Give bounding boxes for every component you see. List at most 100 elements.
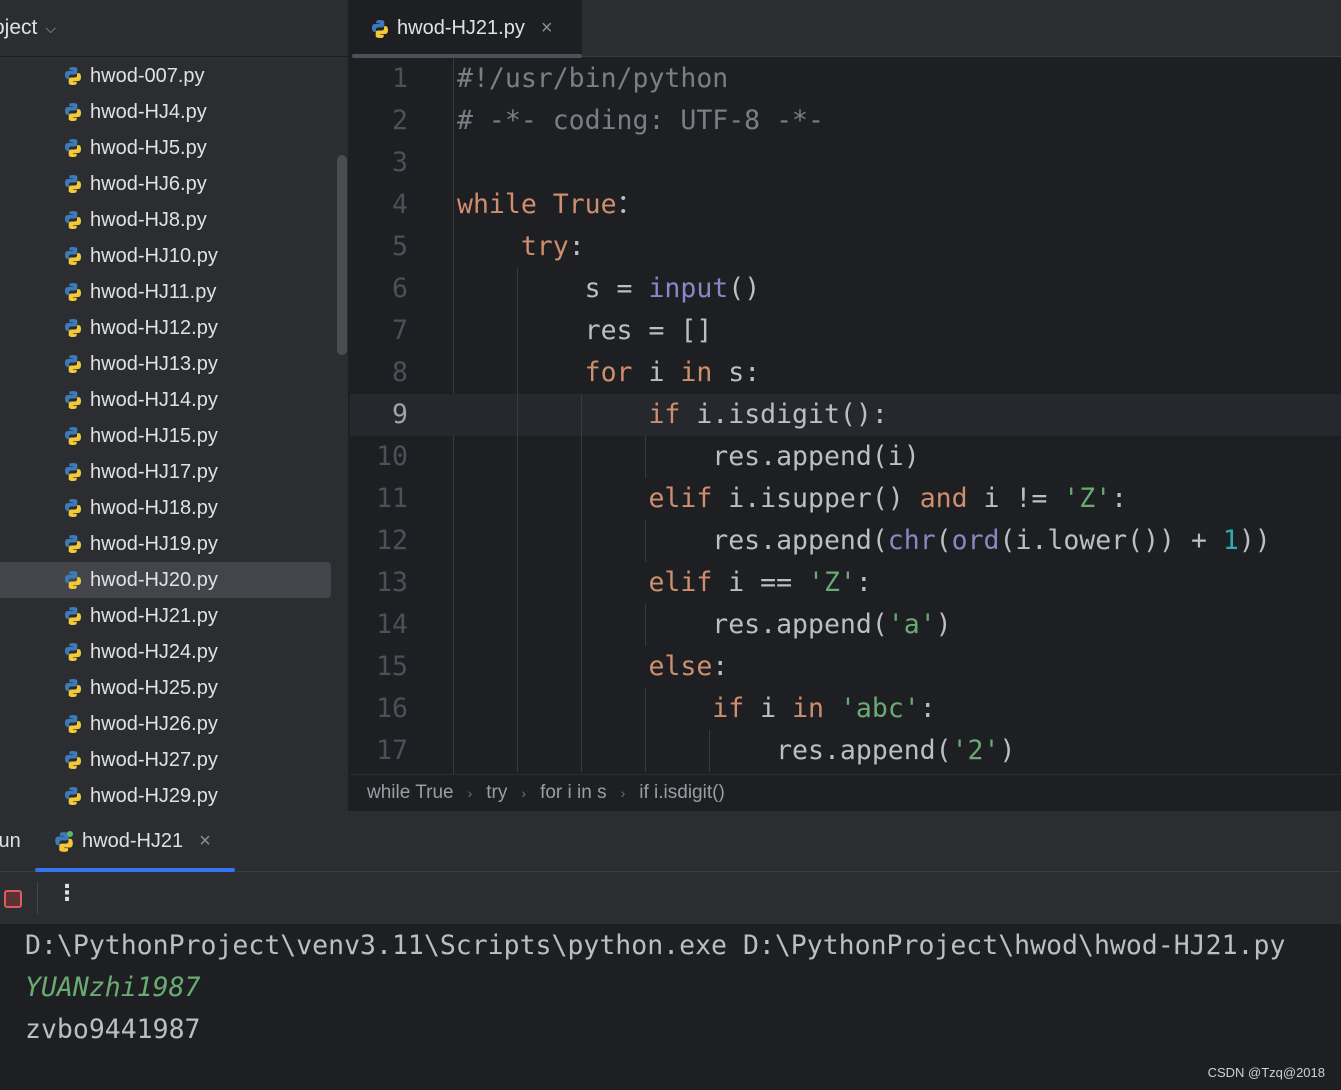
run-tab-hwod-hj21[interactable]: hwod-HJ21 × xyxy=(53,811,211,872)
python-file-icon xyxy=(63,462,83,482)
code-token: i.isdigit(): xyxy=(696,399,888,430)
line-number: 9 xyxy=(392,399,408,430)
file-item[interactable]: hwod-HJ26.py xyxy=(0,706,331,742)
code-token: while xyxy=(457,189,553,220)
file-item[interactable]: hwod-007.py xyxy=(0,58,331,94)
sidebar-scrollbar[interactable] xyxy=(337,155,347,355)
code-line: 10 res.append(i) xyxy=(350,436,1341,478)
file-name: hwod-HJ17.py xyxy=(90,460,218,483)
code-token: res.append(i) xyxy=(457,441,920,472)
file-name: hwod-HJ11.py xyxy=(90,280,217,303)
code-line: 2 # -*- coding: UTF-8 -*- xyxy=(350,100,1341,142)
file-item[interactable]: hwod-HJ29.py xyxy=(0,778,331,814)
python-file-icon xyxy=(63,354,83,374)
python-file-icon xyxy=(63,246,83,266)
file-item[interactable]: hwod-HJ19.py xyxy=(0,526,331,562)
file-item[interactable]: hwod-HJ27.py xyxy=(0,742,331,778)
file-name: hwod-HJ24.py xyxy=(90,640,218,663)
tab-hwod-hj21[interactable]: hwod-HJ21.py × xyxy=(350,0,582,57)
line-number: 11 xyxy=(376,483,408,514)
file-name: hwod-HJ29.py xyxy=(90,784,218,807)
project-sidebar: Project ⌵ hwod-007.py hwod-HJ4.py hwod-HJ5.… xyxy=(0,0,349,811)
chevron-down-icon[interactable]: ⌵ xyxy=(45,20,56,37)
code-token: for xyxy=(584,357,649,388)
project-view-header[interactable]: Project ⌵ xyxy=(0,0,348,57)
code-token: '2' xyxy=(951,735,1000,766)
python-file-icon xyxy=(63,534,83,554)
code-text: if i in 'abc': xyxy=(457,688,935,730)
file-item[interactable]: hwod-HJ18.py xyxy=(0,490,331,526)
code-token: res.append( xyxy=(457,525,888,556)
code-token: if xyxy=(648,399,697,430)
breadcrumb-item[interactable]: while True xyxy=(367,782,454,804)
divider xyxy=(37,882,38,914)
python-run-icon xyxy=(53,830,73,853)
file-item[interactable]: hwod-HJ5.py xyxy=(0,130,331,166)
chevron-right-icon: › xyxy=(467,785,473,801)
code-text: res.append(i) xyxy=(457,436,920,478)
code-token: s: xyxy=(728,357,761,388)
code-token: )) xyxy=(1238,525,1271,556)
line-number: 15 xyxy=(376,651,408,682)
file-item[interactable]: hwod-HJ14.py xyxy=(0,382,331,418)
file-item[interactable]: hwod-HJ6.py xyxy=(0,166,331,202)
breadcrumb-item[interactable]: if i.isdigit() xyxy=(639,782,725,804)
code-text: elif i.isupper() and i != 'Z': xyxy=(457,478,1127,520)
file-item[interactable]: hwod-HJ24.py xyxy=(0,634,331,670)
file-tree: hwod-007.py hwod-HJ4.py hwod-HJ5.py hwod-HJ… xyxy=(0,58,348,814)
file-name: hwod-HJ10.py xyxy=(90,244,218,267)
stop-icon[interactable] xyxy=(4,890,22,908)
code-token: 'a' xyxy=(887,609,936,640)
code-line: 3 xyxy=(350,142,1341,184)
code-line: 11 elif i.isupper() and i != 'Z': xyxy=(350,478,1341,520)
code-area[interactable]: 1 #!/usr/bin/python 2 # -*- coding: UTF-8 -… xyxy=(350,58,1341,774)
file-name: hwod-HJ8.py xyxy=(90,208,207,231)
breadcrumb-item[interactable]: for i in s xyxy=(540,782,607,804)
file-name: hwod-HJ4.py xyxy=(90,100,207,123)
breadcrumb-item[interactable]: try xyxy=(486,782,507,804)
line-number: 16 xyxy=(376,693,408,724)
python-file-icon xyxy=(63,390,83,410)
code-token: ： xyxy=(616,189,644,220)
code-token: () xyxy=(728,273,761,304)
code-line: 12 res.append(chr(ord(i.lower()) + 1)) xyxy=(350,520,1341,562)
code-line: 4 while True： xyxy=(350,184,1341,226)
run-panel: Run hwod-HJ21 × ⋮ D:\PythonProject\venv3… xyxy=(0,811,1341,1090)
python-file-icon xyxy=(63,210,83,230)
close-icon[interactable]: × xyxy=(199,830,211,853)
line-number: 3 xyxy=(392,147,408,178)
file-item[interactable]: hwod-HJ25.py xyxy=(0,670,331,706)
python-file-icon xyxy=(63,318,83,338)
code-token: 'abc' xyxy=(839,693,920,724)
more-options-icon[interactable]: ⋮ xyxy=(56,880,78,906)
file-item[interactable]: hwod-HJ4.py xyxy=(0,94,331,130)
code-token: 1 xyxy=(1222,525,1239,556)
console-output[interactable]: D:\PythonProject\venv3.11\Scripts\python… xyxy=(25,925,1285,1051)
code-line: 6 s = input() xyxy=(350,268,1341,310)
close-icon[interactable]: × xyxy=(541,17,553,40)
code-token: chr xyxy=(887,525,936,556)
code-token: res.append( xyxy=(457,735,952,766)
file-item[interactable]: hwod-HJ12.py xyxy=(0,310,331,346)
code-line: 13 elif i == 'Z': xyxy=(350,562,1341,604)
python-file-icon xyxy=(63,102,83,122)
file-item[interactable]: hwod-HJ13.py xyxy=(0,346,331,382)
code-token: # -*- coding: UTF-8 -*- xyxy=(457,105,824,136)
file-item[interactable]: hwod-HJ15.py xyxy=(0,418,331,454)
file-name: hwod-HJ12.py xyxy=(90,316,218,339)
code-text: else: xyxy=(457,646,728,688)
file-item[interactable]: hwod-HJ8.py xyxy=(0,202,331,238)
python-file-icon xyxy=(63,66,83,86)
file-item[interactable]: hwod-HJ17.py xyxy=(0,454,331,490)
editor-tab-bar: hwod-HJ21.py × xyxy=(350,0,1341,58)
file-item[interactable]: hwod-HJ10.py xyxy=(0,238,331,274)
console-line-out: zvbo9441987 xyxy=(25,1014,201,1045)
code-token: : xyxy=(568,231,585,262)
file-item[interactable]: hwod-HJ11.py xyxy=(0,274,331,310)
file-item[interactable]: hwod-HJ21.py xyxy=(0,598,331,634)
file-item[interactable]: hwod-HJ20.py xyxy=(0,562,331,598)
